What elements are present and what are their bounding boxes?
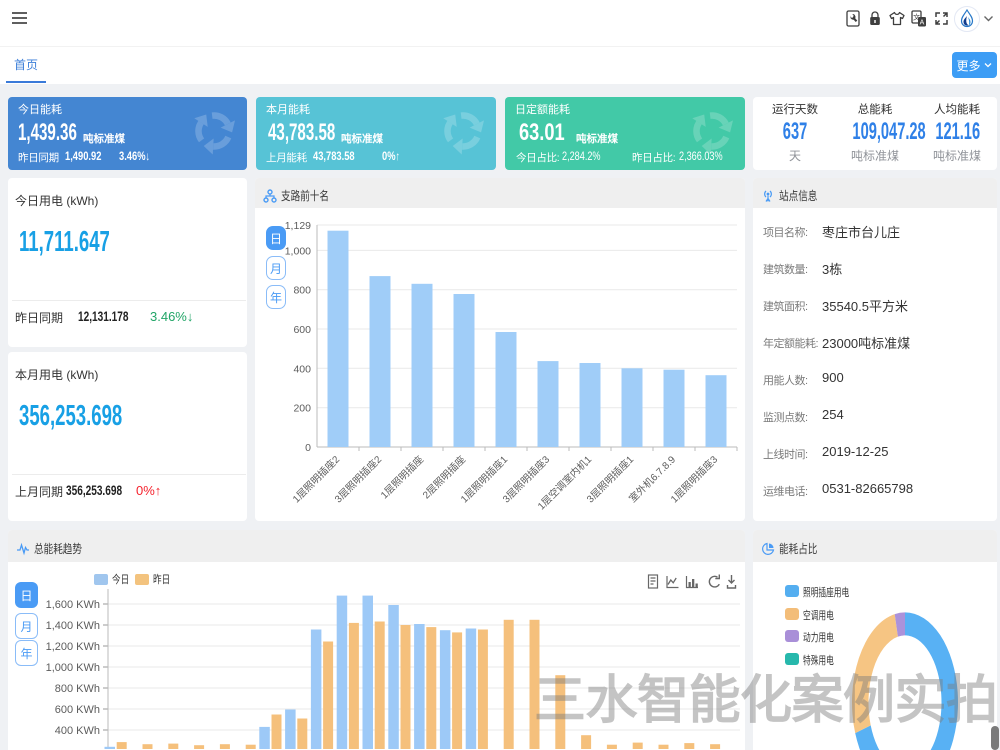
svg-text:800: 800 xyxy=(293,285,311,297)
svg-text:600 KWh: 600 KWh xyxy=(55,704,100,716)
svg-text:1,129: 1,129 xyxy=(285,220,311,232)
svg-text:200: 200 xyxy=(293,403,311,415)
svg-text:400: 400 xyxy=(293,363,311,375)
svg-text:400 KWh: 400 KWh xyxy=(55,725,100,737)
svg-text:0: 0 xyxy=(305,442,311,454)
svg-text:1,000 KWh: 1,000 KWh xyxy=(46,662,100,674)
svg-text:1层照明插座: 1层照明插座 xyxy=(378,453,426,501)
svg-text:1,400 KWh: 1,400 KWh xyxy=(46,620,100,632)
svg-text:800 KWh: 800 KWh xyxy=(55,683,100,695)
svg-text:1,200 KWh: 1,200 KWh xyxy=(46,641,100,653)
svg-text:A: A xyxy=(920,20,925,27)
svg-text:1,000: 1,000 xyxy=(285,245,311,257)
svg-text:2层照明插座: 2层照明插座 xyxy=(420,453,468,501)
svg-text:1,600 KWh: 1,600 KWh xyxy=(46,599,100,611)
svg-text:600: 600 xyxy=(293,324,311,336)
